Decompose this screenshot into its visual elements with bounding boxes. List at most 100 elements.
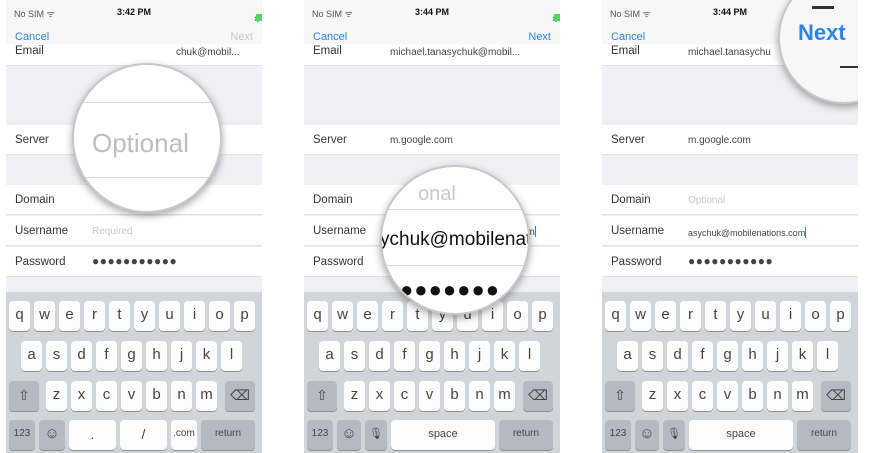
username-row[interactable]: Username asychuk@mobilenations.com: [602, 216, 858, 246]
key-w[interactable]: w: [332, 301, 353, 331]
key-d[interactable]: d: [369, 341, 390, 371]
server-row[interactable]: Server m.google.com: [602, 125, 858, 155]
key-z[interactable]: z: [642, 381, 663, 411]
magnified-next-button[interactable]: Next: [798, 20, 846, 46]
key-m[interactable]: m: [792, 381, 813, 411]
server-field[interactable]: m.google.com: [390, 135, 453, 146]
username-field[interactable]: asychuk@mobilenations.com: [688, 228, 805, 238]
key-g[interactable]: g: [419, 341, 440, 371]
key-z[interactable]: z: [344, 381, 365, 411]
key-k[interactable]: k: [494, 341, 515, 371]
key-m[interactable]: m: [196, 381, 217, 411]
key-q[interactable]: q: [9, 301, 30, 331]
numbers-key[interactable]: 123: [605, 420, 631, 450]
key-c[interactable]: c: [394, 381, 415, 411]
key-t[interactable]: t: [705, 301, 726, 331]
key-b[interactable]: b: [444, 381, 465, 411]
key-s[interactable]: s: [642, 341, 663, 371]
return-key[interactable]: return: [201, 420, 255, 450]
key-y[interactable]: y: [730, 301, 751, 331]
next-button[interactable]: Next: [230, 31, 253, 43]
period-key[interactable]: .: [69, 420, 116, 450]
key-d[interactable]: d: [667, 341, 688, 371]
key-h[interactable]: h: [444, 341, 465, 371]
delete-key[interactable]: ⌫: [821, 381, 851, 411]
key-d[interactable]: d: [71, 341, 92, 371]
key-v[interactable]: v: [419, 381, 440, 411]
key-k[interactable]: k: [792, 341, 813, 371]
key-b[interactable]: b: [742, 381, 763, 411]
key-a[interactable]: a: [319, 341, 340, 371]
key-s[interactable]: s: [344, 341, 365, 371]
key-j[interactable]: j: [469, 341, 490, 371]
cancel-button[interactable]: Cancel: [313, 31, 347, 43]
key-s[interactable]: s: [46, 341, 67, 371]
numbers-key[interactable]: 123: [9, 420, 35, 450]
key-r[interactable]: r: [84, 301, 105, 331]
key-h[interactable]: h: [146, 341, 167, 371]
emoji-key[interactable]: ☺: [39, 420, 65, 450]
key-j[interactable]: j: [767, 341, 788, 371]
microphone-key[interactable]: 🎙: [663, 420, 685, 450]
key-f[interactable]: f: [692, 341, 713, 371]
key-p[interactable]: p: [532, 301, 553, 331]
username-row[interactable]: Username Required: [6, 216, 262, 246]
shift-key[interactable]: ⇧: [605, 381, 635, 411]
key-i[interactable]: i: [780, 301, 801, 331]
email-field[interactable]: chuk@mobil...: [176, 47, 240, 58]
delete-key[interactable]: ⌫: [523, 381, 553, 411]
key-t[interactable]: t: [109, 301, 130, 331]
key-n[interactable]: n: [767, 381, 788, 411]
shift-key[interactable]: ⇧: [307, 381, 337, 411]
password-row[interactable]: Password ●●●●●●●●●●●: [602, 247, 858, 277]
numbers-key[interactable]: 123: [307, 420, 333, 450]
key-u[interactable]: u: [755, 301, 776, 331]
key-n[interactable]: n: [469, 381, 490, 411]
email-row[interactable]: Email michael.tanasychuk@mobil...: [304, 44, 560, 66]
key-v[interactable]: v: [717, 381, 738, 411]
key-e[interactable]: e: [59, 301, 80, 331]
space-key[interactable]: space: [689, 420, 793, 450]
key-q[interactable]: q: [605, 301, 626, 331]
password-row[interactable]: Password ●●●●●●●●●●●: [6, 247, 262, 277]
server-field[interactable]: m.google.com: [688, 135, 751, 146]
key-o[interactable]: o: [507, 301, 528, 331]
key-w[interactable]: w: [34, 301, 55, 331]
password-field[interactable]: ●●●●●●●●●●●: [688, 254, 773, 268]
key-l[interactable]: l: [519, 341, 540, 371]
server-row[interactable]: Server m.google.com: [304, 125, 560, 155]
email-field[interactable]: michael.tanasychuk@mobil...: [390, 47, 520, 58]
key-v[interactable]: v: [121, 381, 142, 411]
cancel-button[interactable]: Cancel: [611, 31, 645, 43]
key-l[interactable]: l: [221, 341, 242, 371]
key-g[interactable]: g: [717, 341, 738, 371]
key-m[interactable]: m: [494, 381, 515, 411]
return-key[interactable]: return: [797, 420, 851, 450]
key-u[interactable]: u: [159, 301, 180, 331]
domain-row[interactable]: Domain Optional: [602, 185, 858, 215]
key-c[interactable]: c: [692, 381, 713, 411]
password-field[interactable]: ●●●●●●●●●●●: [92, 254, 177, 268]
key-p[interactable]: p: [234, 301, 255, 331]
key-x[interactable]: x: [369, 381, 390, 411]
key-i[interactable]: i: [184, 301, 205, 331]
key-o[interactable]: o: [805, 301, 826, 331]
key-n[interactable]: n: [171, 381, 192, 411]
username-field[interactable]: Required: [92, 226, 133, 237]
key-f[interactable]: f: [96, 341, 117, 371]
email-row[interactable]: Email chuk@mobil...: [6, 44, 262, 66]
key-h[interactable]: h: [742, 341, 763, 371]
key-f[interactable]: f: [394, 341, 415, 371]
key-e[interactable]: e: [655, 301, 676, 331]
key-a[interactable]: a: [21, 341, 42, 371]
key-l[interactable]: l: [817, 341, 838, 371]
dotcom-key[interactable]: .com: [171, 420, 197, 450]
key-x[interactable]: x: [71, 381, 92, 411]
domain-field[interactable]: Optional: [688, 195, 725, 206]
key-y[interactable]: y: [134, 301, 155, 331]
delete-key[interactable]: ⌫: [225, 381, 255, 411]
key-a[interactable]: a: [617, 341, 638, 371]
key-z[interactable]: z: [46, 381, 67, 411]
microphone-key[interactable]: 🎙: [365, 420, 387, 450]
cancel-button[interactable]: Cancel: [15, 31, 49, 43]
